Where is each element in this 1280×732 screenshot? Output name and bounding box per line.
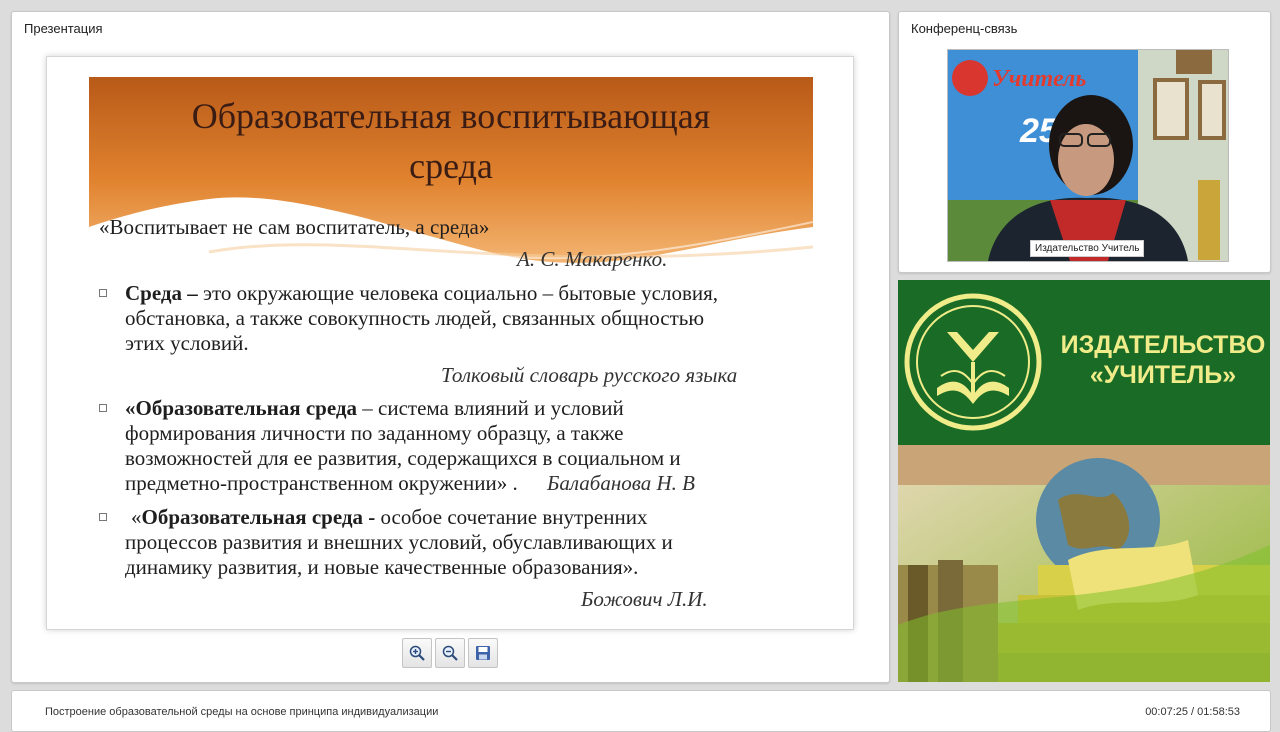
playback-time: 00:07:25 / 01:58:53 [1145, 706, 1240, 718]
conference-panel: Конференц-связь Учитель 25 Издательство … [898, 11, 1271, 273]
slide: Образовательная воспитывающая среда «Вос… [46, 56, 854, 630]
slide-bullet-1: Среда – это окружающие человека социальн… [99, 281, 799, 356]
bullet-text: динамику развития, и новые качественные … [125, 555, 639, 579]
books-globe-image [898, 445, 1270, 682]
publisher-name-line1: ИЗДАТЕЛЬСТВО [1060, 331, 1266, 359]
bullet-text: обстановка, а также совокупность людей, … [125, 306, 705, 330]
bullet-text: особое сочетание внутренних [375, 505, 648, 529]
presentation-panel-title: Презентация [24, 21, 103, 36]
bullet-text: формирования личности по заданному образ… [125, 421, 624, 445]
bullet-text: процессов развития и внешних условий, об… [125, 530, 673, 554]
save-button[interactable] [468, 638, 498, 668]
bullet-term: Среда – [125, 281, 198, 305]
zoom-out-icon [442, 645, 458, 661]
slide-bullet-3: «Образовательная среда - особое сочетани… [99, 505, 799, 580]
bullet-square-icon [99, 513, 107, 521]
slide-title-line1: Образовательная воспитывающая [191, 96, 711, 136]
bullet-text: этих условий. [125, 331, 249, 355]
bullet-source-3: Божович Л.И. [581, 587, 708, 611]
bullet-text: – система влияний и условий [357, 396, 624, 420]
bullet-term: Образовательная среда - [141, 505, 376, 529]
publisher-logo-icon [904, 293, 1042, 431]
zoom-in-icon [409, 645, 425, 661]
floppy-disk-icon [476, 646, 490, 660]
publisher-name-line2: «УЧИТЕЛЬ» [1089, 361, 1237, 389]
slide-bullet-2: «Образовательная среда – система влияний… [99, 396, 799, 496]
participant-name-label: Издательство Учитель [1030, 240, 1145, 257]
video-backdrop-text: Учитель [992, 66, 1086, 92]
bullet-square-icon [99, 289, 107, 297]
bullet-source-2: Балабанова Н. В [546, 471, 695, 495]
conference-panel-title: Конференц-связь [911, 21, 1018, 36]
slide-title: Образовательная воспитывающая среда [89, 91, 813, 191]
zoom-in-button[interactable] [402, 638, 432, 668]
publisher-name: ИЗДАТЕЛЬСТВО «УЧИТЕЛЬ» [1058, 330, 1268, 390]
bullet-text: предметно-пространственном окружении» . [125, 471, 523, 495]
zoom-out-button[interactable] [435, 638, 465, 668]
presentation-toolbar [402, 638, 498, 668]
bullet-source-1: Толковый словарь русского языка [441, 363, 738, 387]
presentation-panel: Презентация Образовательная воспитывающа… [11, 11, 890, 683]
bullet-term: «Образовательная среда [125, 396, 358, 420]
lecture-title: Построение образовательной среды на осно… [45, 706, 439, 718]
slide-title-line2: среда [409, 146, 493, 186]
bullet-text: это окружающие человека социально – быто… [197, 281, 719, 305]
slide-quote: «Воспитывает не сам воспитатель, а среда… [99, 215, 490, 239]
publisher-banner-top: ИЗДАТЕЛЬСТВО «УЧИТЕЛЬ» [898, 280, 1270, 445]
video-frame: Учитель 25 [948, 50, 1228, 261]
bullet-prefix: « [131, 505, 142, 529]
slide-quote-author: А. С. Макаренко. [517, 247, 668, 271]
footer-bar: Построение образовательной среды на осно… [11, 690, 1271, 732]
publisher-banner: ИЗДАТЕЛЬСТВО «УЧИТЕЛЬ» [898, 280, 1270, 682]
bullet-text: возможностей для ее развития, содержащих… [125, 446, 681, 470]
bullet-square-icon [99, 404, 107, 412]
participant-video[interactable]: Учитель 25 Издательство Учитель [947, 49, 1229, 262]
